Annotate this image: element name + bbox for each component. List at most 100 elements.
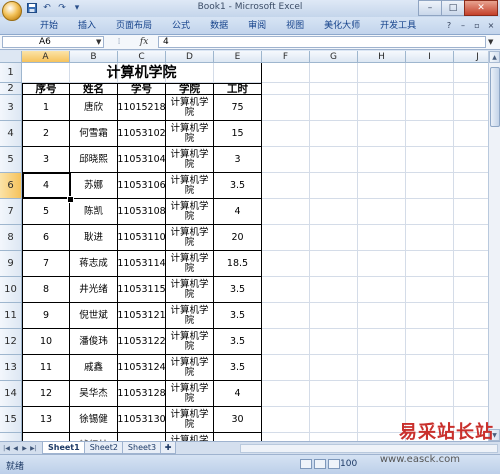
table-cell[interactable]: 4 xyxy=(214,199,262,225)
undo-icon[interactable]: ↶ xyxy=(41,2,53,14)
next-sheet-icon[interactable]: ▶ xyxy=(20,443,29,453)
table-cell[interactable]: 11 xyxy=(22,355,70,381)
table-cell[interactable]: 75 xyxy=(214,95,262,121)
column-header[interactable]: A xyxy=(22,51,70,63)
column-header[interactable]: F xyxy=(262,51,310,63)
tab-review[interactable]: 审阅 xyxy=(238,20,276,33)
customize-qat-icon[interactable]: ▾ xyxy=(71,2,83,14)
table-cell[interactable]: 计算机学院 xyxy=(166,303,214,329)
row-header[interactable]: 11 xyxy=(0,303,22,329)
table-cell[interactable]: 3 xyxy=(214,147,262,173)
column-header[interactable]: I xyxy=(406,51,454,63)
tab-formulas[interactable]: 公式 xyxy=(162,20,200,33)
vertical-scrollbar[interactable]: ▲ ▼ xyxy=(488,51,500,441)
table-cell[interactable]: 5 xyxy=(22,199,70,225)
minimize-button[interactable]: – xyxy=(418,0,442,16)
row-header[interactable]: 10 xyxy=(0,277,22,303)
maximize-button[interactable]: □ xyxy=(441,0,465,16)
row-header[interactable]: 16 xyxy=(0,433,22,441)
table-cell[interactable]: 14 xyxy=(22,433,70,441)
table-header-cell[interactable]: 姓名 xyxy=(70,83,118,95)
tab-developer[interactable]: 开发工具 xyxy=(370,20,426,33)
table-cell[interactable]: 13 xyxy=(22,407,70,433)
formula-expand-icon[interactable]: ▼ xyxy=(488,38,493,46)
page-break-view-icon[interactable] xyxy=(328,459,340,469)
table-cell[interactable]: 计算机学院 xyxy=(166,381,214,407)
column-header[interactable]: G xyxy=(310,51,358,63)
table-cell[interactable]: 11053108 xyxy=(118,199,166,225)
tab-insert[interactable]: 插入 xyxy=(68,20,106,33)
sheet-tab-sheet2[interactable]: Sheet2 xyxy=(83,442,124,454)
table-cell[interactable]: 计算机学院 xyxy=(166,121,214,147)
table-cell[interactable]: 苏娜 xyxy=(70,173,118,199)
table-cell[interactable]: 陈凯 xyxy=(70,199,118,225)
table-cell[interactable]: 井光绪 xyxy=(70,277,118,303)
table-cell[interactable]: 计算机学院 xyxy=(166,329,214,355)
table-cell[interactable]: 潘俊玮 xyxy=(70,329,118,355)
table-cell[interactable]: 3 xyxy=(22,147,70,173)
table-cell[interactable]: 何雪霜 xyxy=(70,121,118,147)
office-button[interactable] xyxy=(2,1,22,21)
table-cell[interactable]: 耿进 xyxy=(70,225,118,251)
table-cell[interactable]: 倪世斌 xyxy=(70,303,118,329)
table-cell[interactable]: 计算机学院 xyxy=(166,355,214,381)
table-header-cell[interactable]: 学号 xyxy=(118,83,166,95)
tab-data[interactable]: 数据 xyxy=(200,20,238,33)
row-header[interactable]: 14 xyxy=(0,381,22,407)
table-cell[interactable]: 戚鑫 xyxy=(70,355,118,381)
table-cell[interactable]: 3.5 xyxy=(214,329,262,355)
table-cell[interactable]: 11053124 xyxy=(118,355,166,381)
table-cell[interactable]: 11053203 xyxy=(118,433,166,441)
table-cell[interactable]: 11053130 xyxy=(118,407,166,433)
first-sheet-icon[interactable]: |◀ xyxy=(2,443,11,453)
table-cell[interactable]: 计算机学院 xyxy=(166,251,214,277)
doc-restore-icon[interactable]: ▫ xyxy=(472,20,482,30)
row-header[interactable]: 5 xyxy=(0,147,22,173)
row-header[interactable]: 3 xyxy=(0,95,22,121)
vertical-scroll-thumb[interactable] xyxy=(490,67,500,127)
horizontal-scrollbar[interactable] xyxy=(240,444,498,453)
table-cell[interactable]: 11053121 xyxy=(118,303,166,329)
row-header[interactable]: 12 xyxy=(0,329,22,355)
table-cell[interactable]: 计算机学院 xyxy=(166,433,214,441)
row-header[interactable]: 1 xyxy=(0,63,22,83)
tab-beautify[interactable]: 美化大师 xyxy=(314,20,370,33)
table-cell[interactable]: 2 xyxy=(22,121,70,147)
table-cell[interactable]: 3.5 xyxy=(214,355,262,381)
insert-function-button[interactable]: fx xyxy=(140,37,148,47)
column-header[interactable]: E xyxy=(214,51,262,63)
prev-sheet-icon[interactable]: ◀ xyxy=(11,443,20,453)
tab-view[interactable]: 视图 xyxy=(276,20,314,33)
scroll-up-icon[interactable]: ▲ xyxy=(489,51,500,63)
table-cell[interactable]: 计算机学院 xyxy=(166,277,214,303)
row-header[interactable]: 13 xyxy=(0,355,22,381)
column-header[interactable]: J xyxy=(454,51,488,63)
table-header-cell[interactable]: 工时 xyxy=(214,83,262,95)
table-cell[interactable]: 12 xyxy=(22,381,70,407)
table-cell[interactable]: 3.5 xyxy=(214,303,262,329)
table-cell[interactable]: 唐欣 xyxy=(70,95,118,121)
table-cell[interactable]: 1 xyxy=(22,95,70,121)
table-cell[interactable]: 邱晓熙 xyxy=(70,147,118,173)
column-header[interactable]: B xyxy=(70,51,118,63)
table-cell[interactable]: 4 xyxy=(214,381,262,407)
name-box-dropdown-icon[interactable]: ▼ xyxy=(96,38,101,46)
table-cell[interactable]: 徐锡健 xyxy=(70,407,118,433)
table-cell[interactable]: 18.5 xyxy=(214,251,262,277)
table-cell[interactable]: 11053115 xyxy=(118,277,166,303)
table-cell[interactable]: 6 xyxy=(22,225,70,251)
save-icon[interactable] xyxy=(26,2,38,14)
doc-minimize-icon[interactable]: – xyxy=(458,20,468,30)
column-header[interactable]: C xyxy=(118,51,166,63)
table-cell[interactable]: 10 xyxy=(22,329,70,355)
table-cell[interactable]: 3.5 xyxy=(214,173,262,199)
table-cell[interactable]: 计算机学院 xyxy=(166,95,214,121)
row-header[interactable]: 9 xyxy=(0,251,22,277)
table-cell[interactable]: 计算机学院 xyxy=(166,225,214,251)
zoom-level[interactable]: 100 xyxy=(340,459,357,469)
column-header[interactable]: D xyxy=(166,51,214,63)
row-header[interactable]: 7 xyxy=(0,199,22,225)
table-cell[interactable]: 11053114 xyxy=(118,251,166,277)
normal-view-icon[interactable] xyxy=(300,459,312,469)
tab-home[interactable]: 开始 xyxy=(30,20,68,33)
